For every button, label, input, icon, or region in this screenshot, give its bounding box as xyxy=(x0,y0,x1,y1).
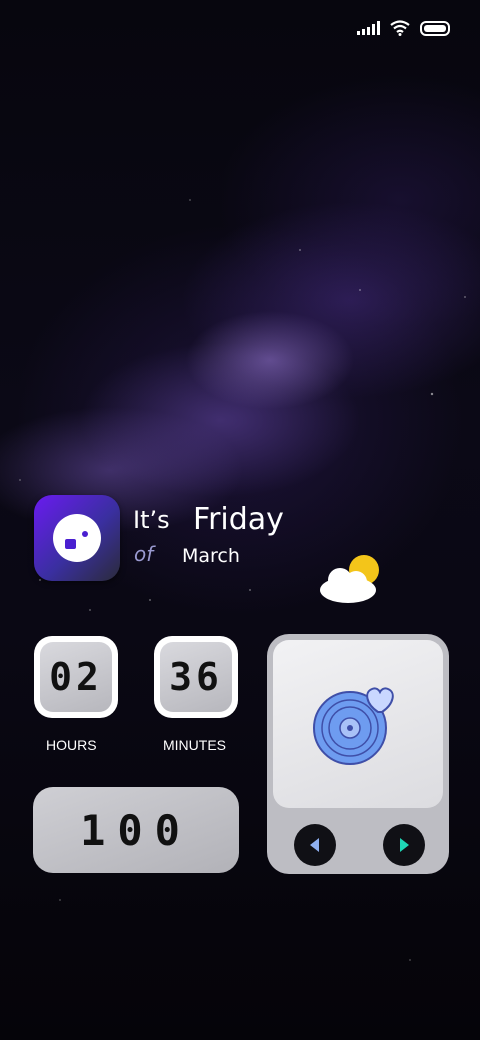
battery-icon xyxy=(420,20,450,36)
smiley-app-icon[interactable] xyxy=(34,495,120,581)
its-label: It’s xyxy=(133,506,170,534)
minutes-value: 36 xyxy=(160,642,232,712)
music-artwork xyxy=(273,640,443,808)
smiley-face-icon xyxy=(53,514,101,562)
music-widget[interactable] xyxy=(267,634,449,874)
hours-label: HOURS xyxy=(46,737,97,753)
play-button[interactable] xyxy=(383,824,425,866)
month-label: March xyxy=(182,545,240,567)
signal-icon xyxy=(357,21,380,35)
home-screen: It’s Friday of March 02 36 HOURS MINUTES… xyxy=(0,0,480,1040)
previous-icon xyxy=(310,838,319,852)
hours-value: 02 xyxy=(40,642,112,712)
previous-button[interactable] xyxy=(294,824,336,866)
day-label: Friday xyxy=(193,502,284,537)
hours-box: 02 xyxy=(34,636,118,718)
partly-cloudy-icon xyxy=(320,555,379,603)
minutes-label: MINUTES xyxy=(163,737,226,753)
status-bar xyxy=(357,16,450,40)
of-label: of xyxy=(134,542,154,566)
counter-widget[interactable]: 100 xyxy=(33,787,239,873)
wifi-icon xyxy=(390,20,410,36)
vinyl-heart-icon xyxy=(313,687,394,765)
play-icon xyxy=(400,838,409,852)
minutes-box: 36 xyxy=(154,636,238,718)
